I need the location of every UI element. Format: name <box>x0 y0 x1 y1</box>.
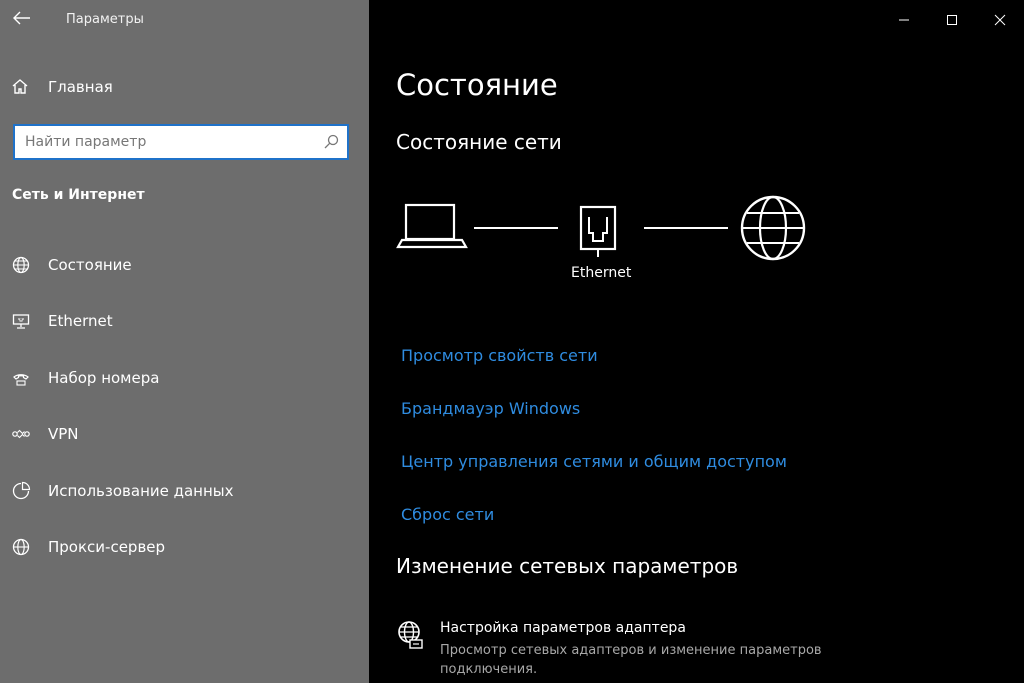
adapter-options-title: Настройка параметров адаптера <box>440 620 686 636</box>
sidebar-item-data-usage[interactable]: Использование данных <box>10 477 234 505</box>
adapter-options-description: Просмотр сетевых адаптеров и изменение п… <box>440 643 822 677</box>
sidebar-item-label: Использование данных <box>48 482 234 500</box>
vpn-icon <box>10 423 32 445</box>
search-input[interactable] <box>25 126 315 158</box>
app-title: Параметры <box>66 12 144 27</box>
sidebar-item-label: Набор номера <box>48 369 160 387</box>
sidebar-item-home[interactable]: Главная <box>10 74 113 100</box>
sidebar-item-dialup[interactable]: Набор номера <box>10 364 159 392</box>
ethernet-monitor-icon <box>10 310 32 332</box>
change-settings-title: Изменение сетевых параметров <box>396 554 739 578</box>
network-status-title: Состояние сети <box>396 130 562 154</box>
home-icon <box>12 79 28 94</box>
minimize-icon <box>899 19 909 21</box>
sidebar-item-proxy[interactable]: Прокси-сервер <box>10 533 165 561</box>
window-controls <box>880 0 1024 40</box>
connection-label: Ethernet <box>571 265 632 281</box>
sidebar-item-label: Ethernet <box>48 312 113 330</box>
link-network-reset[interactable]: Сброс сети <box>401 505 494 524</box>
page-title: Состояние <box>396 68 558 102</box>
main-content: Состояние Состояние сети Ethernet Просмо… <box>369 0 1024 683</box>
maximize-icon <box>947 15 957 25</box>
sidebar-item-label: Состояние <box>48 256 132 274</box>
sidebar-item-vpn[interactable]: VPN <box>10 420 79 448</box>
close-button[interactable] <box>976 0 1024 40</box>
dialup-icon <box>10 367 32 389</box>
globe-icon <box>10 536 32 558</box>
laptop-icon <box>396 203 468 249</box>
home-label: Главная <box>48 78 113 96</box>
maximize-button[interactable] <box>928 0 976 40</box>
settings-window: Параметры Главная Сеть и Интернет <box>0 0 1024 683</box>
search-box[interactable] <box>13 124 349 160</box>
link-windows-firewall[interactable]: Брандмауэр Windows <box>401 399 580 418</box>
sidebar-item-label: VPN <box>48 425 79 443</box>
ethernet-port-icon <box>579 205 617 257</box>
sidebar-item-status[interactable]: Состояние <box>10 251 132 279</box>
adapter-globe-icon <box>398 621 423 649</box>
sidebar-item-label: Прокси-сервер <box>48 538 166 556</box>
link-network-sharing-center[interactable]: Центр управления сетями и общим доступом <box>401 452 787 471</box>
search-icon <box>324 134 339 149</box>
internet-globe-icon <box>740 195 806 261</box>
back-arrow-icon <box>13 11 30 25</box>
link-network-properties[interactable]: Просмотр свойств сети <box>401 346 598 365</box>
titlebar: Параметры <box>0 0 369 40</box>
sidebar: Параметры Главная Сеть и Интернет <box>0 0 369 683</box>
minimize-button[interactable] <box>880 0 928 40</box>
back-button[interactable] <box>8 4 36 32</box>
data-usage-icon <box>10 480 32 502</box>
sidebar-item-ethernet[interactable]: Ethernet <box>10 307 113 335</box>
close-icon <box>994 14 1006 26</box>
section-title: Сеть и Интернет <box>12 187 145 203</box>
globe-status-icon <box>10 254 32 276</box>
